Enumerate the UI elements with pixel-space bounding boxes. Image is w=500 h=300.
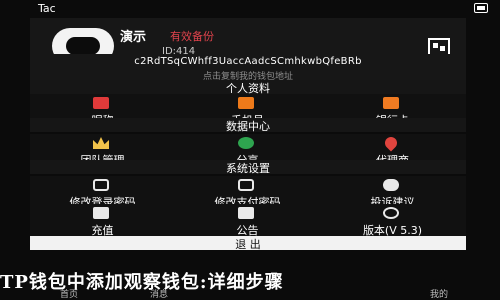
gear-icon	[383, 207, 399, 219]
status-title: Tac	[38, 2, 56, 15]
backup-status-badge[interactable]: 有效备份	[170, 28, 214, 44]
key-icon	[238, 179, 254, 191]
section-system-title: 系统设置	[30, 160, 466, 175]
wallet-address[interactable]: c2RdTSqCWhff3UaccAadcSCmhkwbQfeBRb	[30, 56, 466, 67]
status-bar: Tac	[0, 0, 500, 18]
bottom-nav: 首页 消息 我的	[0, 285, 500, 300]
phone-icon	[238, 97, 254, 109]
system-row-2: 充值 公告 版本(V 5.3)	[30, 204, 466, 238]
bell-icon	[238, 207, 254, 219]
location-pin-icon	[382, 134, 400, 152]
nav-messages[interactable]: 消息	[150, 287, 168, 300]
profile-name: 演示	[120, 30, 147, 45]
menu-item-announcement[interactable]: 公告	[175, 204, 320, 238]
section-data-center-title: 数据中心	[30, 118, 466, 133]
nav-home[interactable]: 首页	[60, 287, 78, 300]
wallet-address-bar[interactable]: c2RdTSqCWhff3UaccAadcSCmhkwbQfeBRb 点击复制我…	[30, 54, 466, 82]
nav-me[interactable]: 我的	[430, 287, 448, 300]
wallet-icon	[93, 207, 109, 219]
chat-icon	[383, 179, 399, 191]
section-personal-title: 个人资料	[30, 80, 466, 95]
bank-card-icon	[383, 97, 399, 109]
battery-icon	[474, 3, 488, 13]
share-icon	[238, 137, 254, 149]
crown-icon	[93, 137, 109, 149]
id-card-icon	[93, 97, 109, 109]
logout-button[interactable]: 退 出	[30, 236, 466, 251]
menu-item-recharge[interactable]: 充值	[30, 204, 175, 238]
lock-icon	[93, 179, 109, 191]
menu-item-version[interactable]: 版本(V 5.3)	[320, 204, 465, 238]
